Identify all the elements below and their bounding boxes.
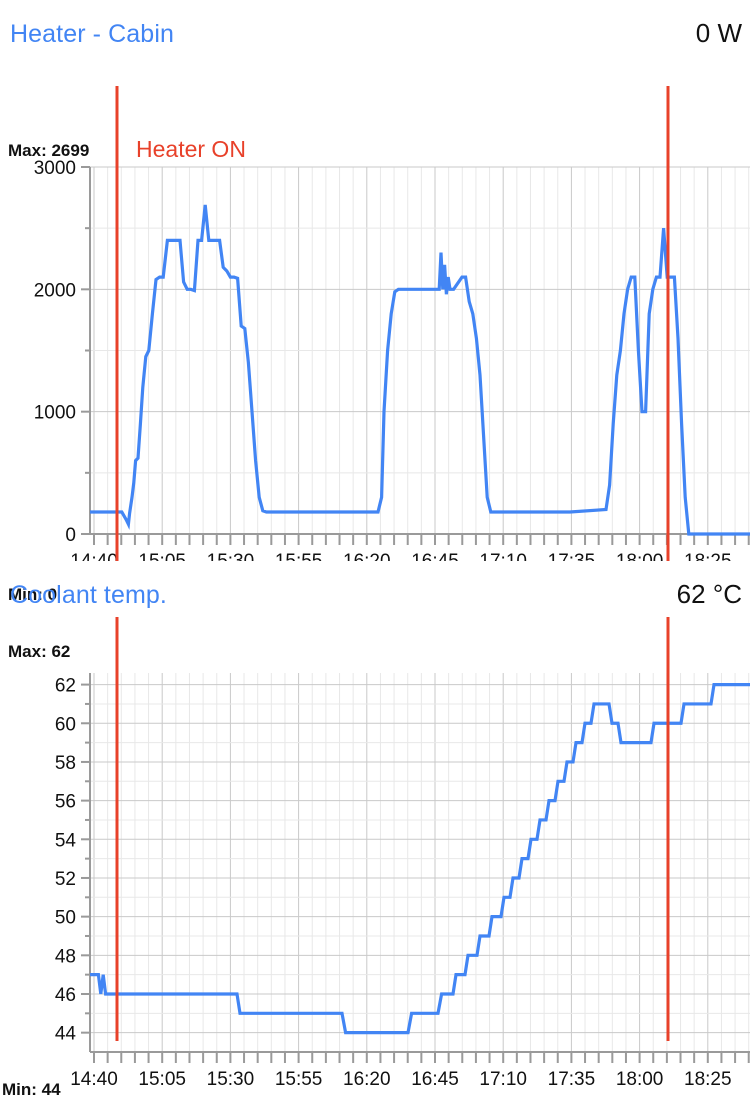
axis-x-tick-label: 16:20 (343, 1069, 391, 1090)
axis-y-tick-label: 58 (55, 753, 76, 774)
axis-y-tick-label: 3000 (34, 158, 76, 179)
axis-x-tick-label: 15:05 (138, 1069, 186, 1090)
axis-x-tick-label: 14:40 (70, 1069, 118, 1090)
axis-x-tick-label: 15:55 (275, 551, 323, 561)
marker-label-heater-on: Heater ON (136, 136, 246, 162)
axis-x-tick-label: 18:00 (616, 551, 664, 561)
axis-y-tick-label: 50 (55, 908, 76, 929)
axis-y-tick-label: 0 (65, 525, 76, 546)
panel-title-heater: Heater - Cabin (10, 20, 174, 48)
chart-canvas-heater: 0 1000 2000 3000 14:40 15:05 15:30 15:55 16:20 16… (34, 86, 750, 561)
panel-value-heater: 0 W (695, 18, 742, 48)
chart-coolant-temp[interactable]: Max: 62 Min: 44 44 46 48 50 52 54 56 58 60 62 14:4… (0, 617, 750, 1107)
panel-header-coolant: Coolant temp. 62 °C (0, 561, 750, 617)
panel-coolant-temp: Coolant temp. 62 °C Max: 62 Min: 44 44 46… (0, 561, 750, 1107)
axis-y-tick-label: 56 (55, 792, 76, 813)
axis-y-tick-label: 1000 (34, 403, 76, 424)
axis-x-tick-label: 16:20 (343, 551, 391, 561)
max-label-coolant: Max: 62 (8, 642, 71, 661)
min-label-coolant: Min: 44 (2, 1080, 61, 1099)
panel-title-coolant: Coolant temp. (10, 581, 167, 609)
axis-x-tick-label: 15:05 (138, 551, 186, 561)
max-label-heater: Max: 2699 (8, 141, 90, 160)
panel-value-coolant: 62 °C (676, 579, 742, 609)
axis-x-tick-label: 18:25 (684, 551, 732, 561)
axis-x-tick-label: 17:10 (479, 1069, 527, 1090)
axis-y-tick-label: 62 (55, 676, 76, 697)
axis-x-tick-label: 14:40 (70, 551, 118, 561)
panel-heater-cabin: Heater - Cabin 0 W Max: 2699 Min: 0 Heat… (0, 0, 750, 603)
axis-x-tick-label: 18:00 (616, 1069, 664, 1090)
axis-x-tick-label: 15:30 (207, 1069, 255, 1090)
panel-header-heater: Heater - Cabin 0 W (0, 0, 750, 56)
axis-y-tick-label: 44 (55, 1024, 77, 1045)
axis-x-tick-label: 18:25 (684, 1069, 732, 1090)
axis-x-tick-label: 15:55 (275, 1069, 323, 1090)
axis-x-tick-label: 17:10 (479, 551, 527, 561)
axis-y-tick-label: 2000 (34, 280, 76, 301)
axis-x-tick-label: 15:30 (207, 551, 255, 561)
axis-x-tick-label: 17:35 (548, 1069, 596, 1090)
axis-y-tick-label: 52 (55, 869, 76, 890)
axis-y-tick-label: 46 (55, 985, 76, 1006)
chart-canvas-coolant: 44 46 48 50 52 54 56 58 60 62 14:40 15:05 15:30 15:55… (55, 617, 750, 1090)
axis-y-tick-label: 54 (55, 830, 77, 851)
axis-x-tick-label: 16:45 (411, 1069, 459, 1090)
axis-x-tick-label: 16:45 (411, 551, 459, 561)
axis-y-tick-label: 48 (55, 946, 76, 967)
axis-x-tick-label: 17:35 (548, 551, 596, 561)
chart-heater-cabin[interactable]: Max: 2699 Min: 0 Heater ON 0 1000 2000 3000… (0, 56, 750, 603)
axis-y-tick-label: 60 (55, 714, 76, 735)
